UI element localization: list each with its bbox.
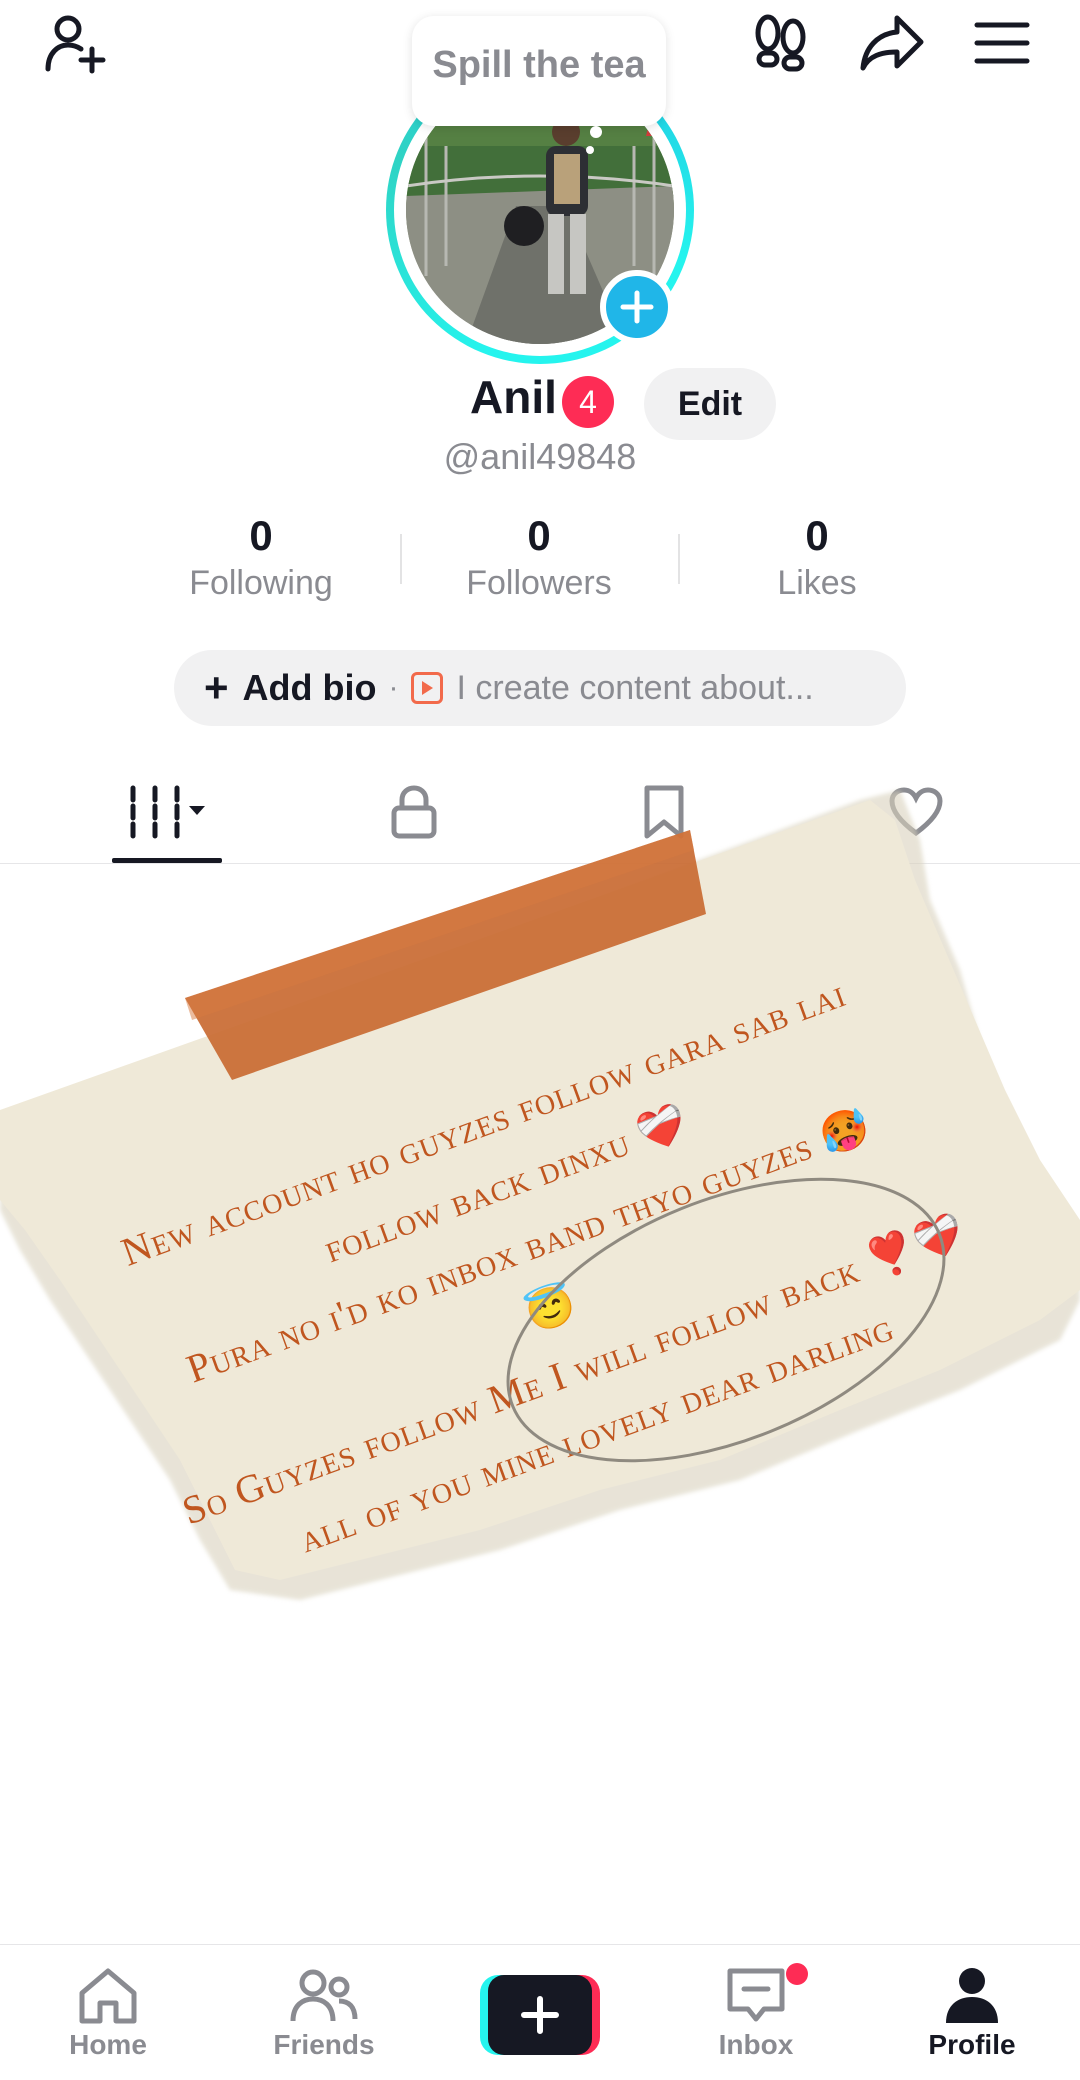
nav-profile-label: Profile <box>928 2029 1016 2060</box>
followers-label: Followers <box>466 564 612 602</box>
add-friend-icon[interactable] <box>38 8 114 78</box>
nav-friends[interactable]: Friends <box>244 1965 404 2075</box>
stat-divider <box>400 534 402 584</box>
spill-the-tea-tooltip[interactable]: Spill the tea <box>412 16 666 126</box>
nav-home[interactable]: Home <box>28 1965 188 2075</box>
notification-badge[interactable]: 4 <box>562 376 614 428</box>
menu-icon[interactable] <box>964 8 1040 78</box>
profile-icon <box>946 1968 998 2023</box>
share-icon[interactable] <box>854 8 930 78</box>
stat-divider <box>678 534 680 584</box>
username-handle: @anil49848 <box>0 436 1080 478</box>
bottom-navigation: Home Friends Inbox Profile <box>0 1944 1080 2080</box>
plus-icon <box>488 1975 592 2055</box>
edit-profile-button[interactable]: Edit <box>644 368 776 440</box>
home-icon <box>79 1968 137 2024</box>
inbox-notification-dot <box>786 1963 808 1985</box>
paper-note-overlay: New account ho guyzes follow gara sab la… <box>0 780 1080 1680</box>
handle-text: @anil49848 <box>443 436 637 477</box>
likes-label: Likes <box>777 564 857 602</box>
likes-count: 0 <box>805 512 829 559</box>
add-avatar-button[interactable] <box>600 270 674 344</box>
followers-count: 0 <box>527 512 551 559</box>
display-name: Anil <box>470 371 557 423</box>
stat-following[interactable]: 0 Following <box>122 512 400 622</box>
nav-home-label: Home <box>69 2029 147 2060</box>
nav-inbox[interactable]: Inbox <box>676 1963 836 2075</box>
stat-followers[interactable]: 0 Followers <box>400 512 678 622</box>
plus-icon: + <box>204 664 229 711</box>
following-count: 0 <box>249 512 273 559</box>
add-bio-button[interactable]: + Add bio · I create content about... <box>174 650 906 726</box>
pencil-circle <box>506 1177 946 1463</box>
bio-separator: · <box>388 671 399 704</box>
bio-hint: I create content about... <box>456 668 814 707</box>
friends-icon <box>290 1969 358 2022</box>
footprint-icon[interactable] <box>746 8 816 78</box>
nav-friends-label: Friends <box>273 2029 375 2060</box>
tooltip-text: Spill the tea <box>432 43 646 86</box>
nav-profile[interactable]: Profile <box>892 1965 1052 2075</box>
name-row: Anil 4 Edit <box>0 368 1080 440</box>
add-bio-label: Add bio <box>242 667 377 708</box>
profile-stats: 0 Following 0 Followers 0 Likes <box>122 512 958 622</box>
nav-inbox-label: Inbox <box>718 2029 794 2060</box>
stat-likes[interactable]: 0 Likes <box>678 512 956 622</box>
play-icon <box>410 672 443 704</box>
create-button[interactable] <box>480 1975 600 2055</box>
tooltip-tail <box>586 126 602 154</box>
inbox-icon <box>727 1968 785 2022</box>
following-label: Following <box>189 564 333 602</box>
